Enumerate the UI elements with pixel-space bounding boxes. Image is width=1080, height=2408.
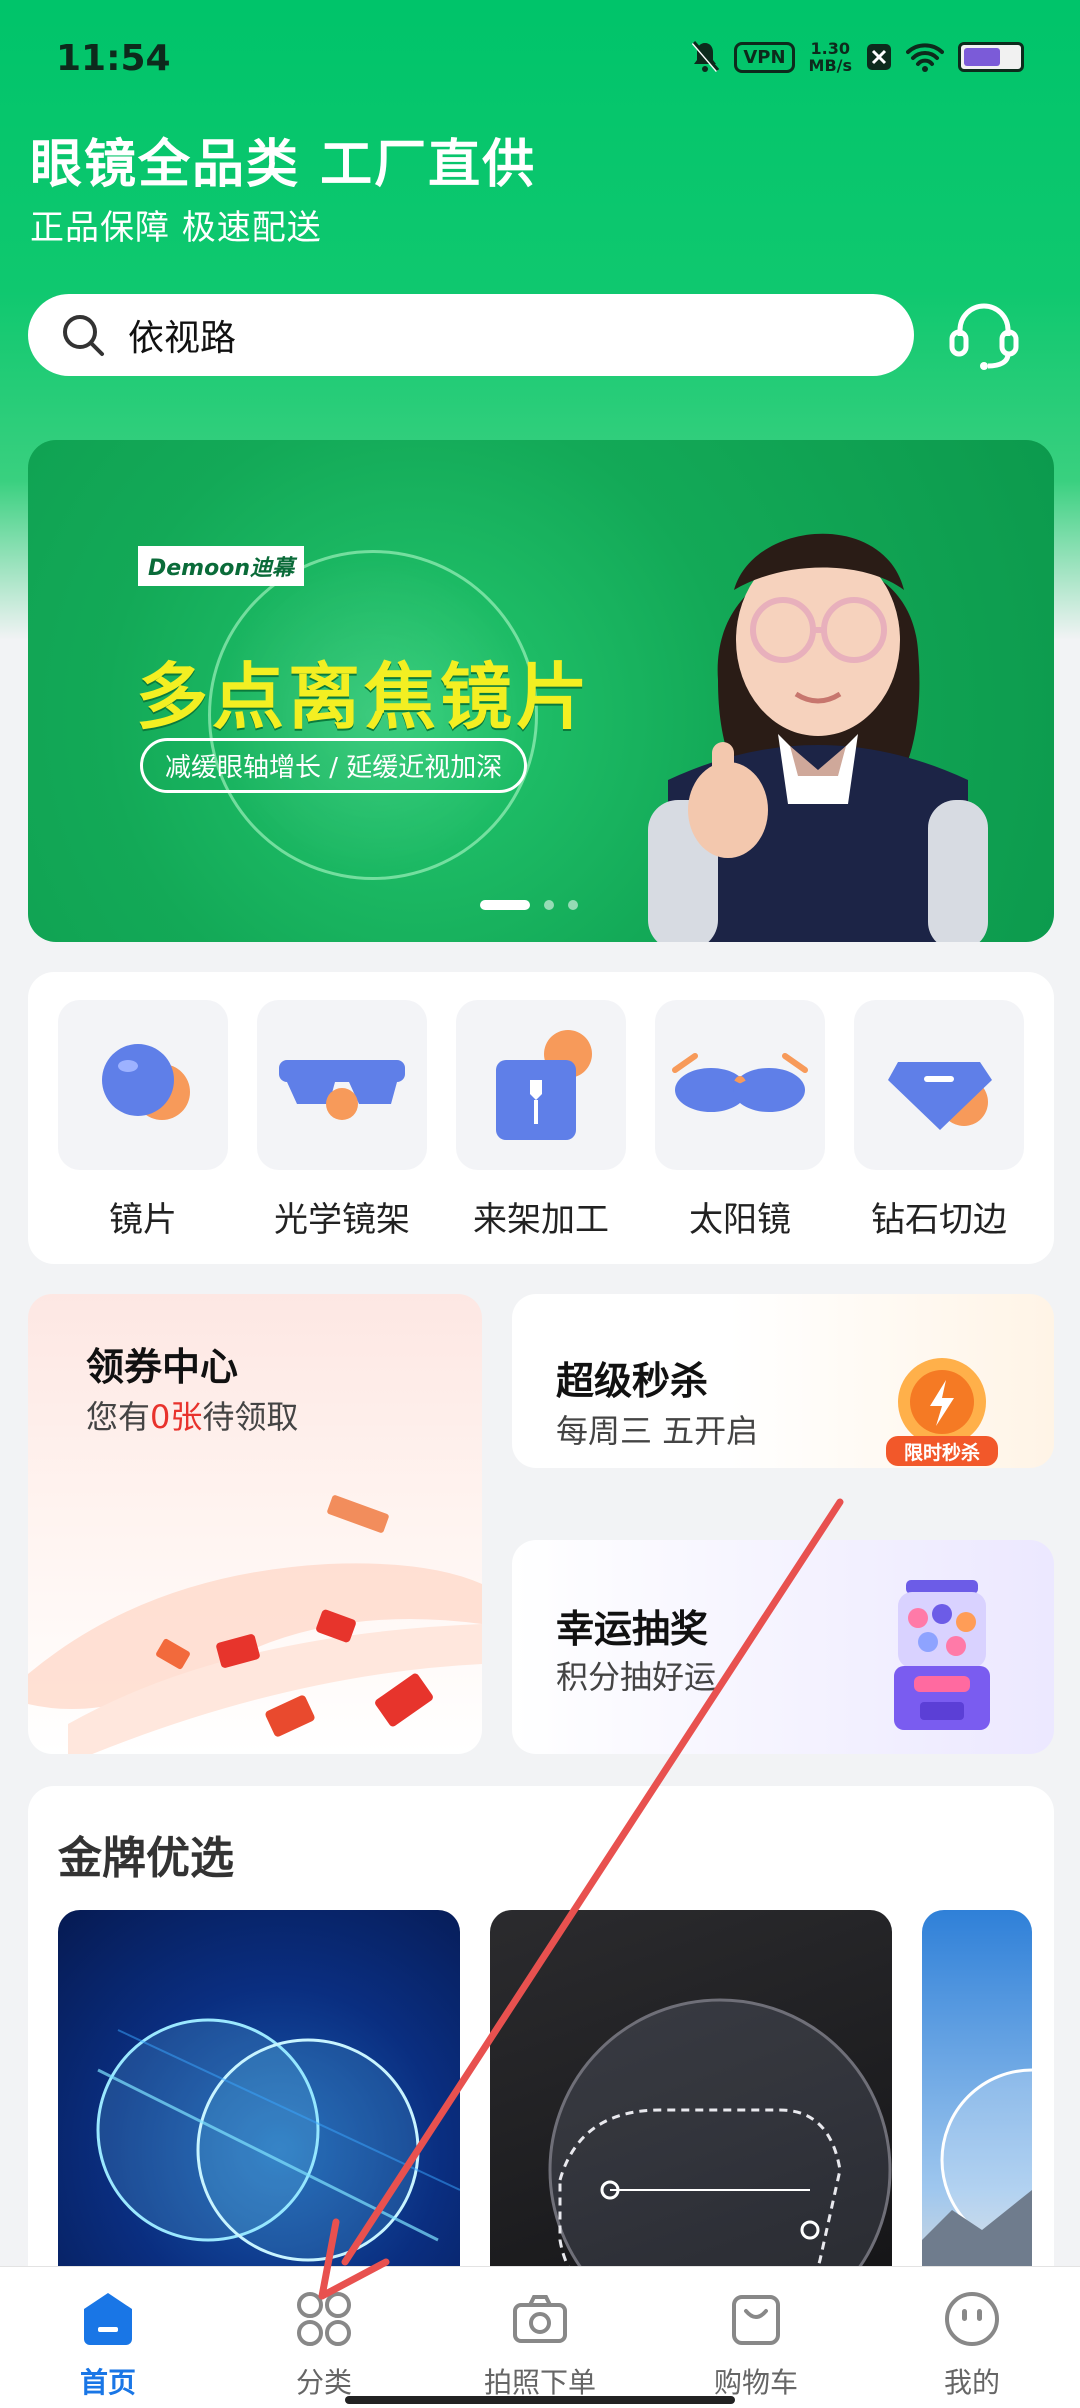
- category-optical-frame[interactable]: 光学镜架: [257, 1000, 427, 1241]
- coupon-count: 0张: [150, 1398, 203, 1436]
- lucky-draw-card[interactable]: 幸运抽奖 积分抽好运: [512, 1540, 1054, 1754]
- tab-cart[interactable]: 购物车: [648, 2267, 864, 2408]
- tab-label: 拍照下单: [483, 2366, 596, 2399]
- diamond-cut-icon: [888, 1062, 992, 1130]
- flash-sale-card[interactable]: 超级秒杀 每周三 五开启 限时秒杀: [512, 1294, 1054, 1468]
- category-label: 太阳镜: [689, 1200, 791, 1240]
- category-label: 钻石切边: [871, 1200, 1007, 1240]
- home-icon: [84, 2293, 132, 2345]
- profile-icon: [945, 2292, 999, 2346]
- customer-service-icon[interactable]: [944, 294, 1024, 374]
- pagination-dot-active: [480, 900, 530, 910]
- category-tile: [854, 1000, 1024, 1170]
- wifi-icon: [906, 43, 944, 72]
- flash-title: 超级秒杀: [556, 1359, 709, 1403]
- tab-photo-order[interactable]: 拍照下单: [432, 2267, 648, 2408]
- banner-brand: Demoon迪幕: [138, 546, 304, 586]
- gold-selection-section: 金牌优选: [28, 1786, 1054, 2306]
- pagination-dot: [544, 900, 554, 910]
- optical-frame-icon: [279, 1060, 405, 1120]
- tab-label: 首页: [79, 2366, 136, 2399]
- bottom-tab-bar: 首页 分类 拍照下单 购物车 我的: [0, 2266, 1080, 2408]
- product-card[interactable]: [922, 1910, 1032, 2306]
- coupon-title: 领券中心: [86, 1345, 239, 1389]
- category-processing[interactable]: 来架加工: [456, 1000, 626, 1241]
- tab-label: 分类: [295, 2366, 352, 2399]
- coupon-sub-suffix: 待领取: [202, 1398, 299, 1436]
- category-lens[interactable]: 镜片: [58, 1000, 228, 1241]
- category-tile: [257, 1000, 427, 1170]
- category-label: 来架加工: [473, 1200, 609, 1240]
- product-image: [96, 2018, 460, 2262]
- product-image: [548, 1998, 892, 2306]
- flash-badge-label: 限时秒杀: [903, 1442, 980, 1464]
- pagination-dot: [568, 900, 578, 910]
- product-card[interactable]: [490, 1910, 892, 2306]
- coupon-subtitle: 您有0张待领取: [86, 1392, 298, 1438]
- category-grid: 镜片 光学镜架 来架加工 太阳镜 钻石切边: [28, 972, 1054, 1264]
- page-subline: 正品保障 极速配送: [30, 208, 322, 248]
- vpn-badge: VPN: [734, 41, 795, 73]
- category-tile: [58, 1000, 228, 1170]
- category-sunglasses[interactable]: 太阳镜: [655, 1000, 825, 1241]
- tab-home[interactable]: 首页: [0, 2267, 216, 2408]
- product-card[interactable]: [58, 1910, 460, 2306]
- lens-icon: [102, 1044, 190, 1120]
- speed-unit: MB/s: [808, 56, 852, 75]
- cart-icon: [732, 2295, 780, 2345]
- category-tile: [655, 1000, 825, 1170]
- coupon-center-card[interactable]: 领券中心 您有0张待领取: [28, 1294, 482, 1754]
- lucky-title: 幸运抽奖: [556, 1607, 709, 1651]
- category-label: 光学镜架: [274, 1200, 410, 1240]
- tab-label: 购物车: [713, 2366, 798, 2399]
- lucky-subtitle: 积分抽好运: [556, 1658, 717, 1696]
- mute-bell-icon: [692, 41, 720, 72]
- promo-banner[interactable]: Demoon迪幕 多点离焦镜片 减缓眼轴增长 / 延缓近视加深: [28, 440, 1054, 942]
- tab-label: 我的: [943, 2366, 1000, 2399]
- status-time: 11:54: [56, 38, 171, 79]
- home-indicator: [345, 2396, 735, 2404]
- banner-title: 多点离焦镜片: [136, 655, 593, 739]
- category-tile: [456, 1000, 626, 1170]
- banner-subtitle: 减缓眼轴增长 / 延缓近视加深: [140, 738, 528, 793]
- flash-subtitle: 每周三 五开启: [556, 1412, 759, 1450]
- red-envelopes-illustration: [28, 1495, 482, 1754]
- gacha-machine-icon: [894, 1580, 990, 1730]
- search-input[interactable]: 依视路: [128, 309, 236, 361]
- page-headline: 眼镜全品类 工厂直供: [30, 135, 537, 195]
- section-title: 金牌优选: [58, 1833, 234, 1884]
- camera-icon: [513, 2295, 567, 2343]
- flash-badge: 限时秒杀: [882, 1350, 1002, 1468]
- tab-category[interactable]: 分类: [216, 2267, 432, 2408]
- category-icon: [297, 2292, 351, 2346]
- sunglasses-icon: [672, 1053, 808, 1112]
- search-bar[interactable]: 依视路: [28, 294, 914, 376]
- processing-icon: [496, 1030, 592, 1140]
- status-bar: 11:54 VPN 1.30 MB/s: [0, 0, 1080, 120]
- status-icons: VPN 1.30 MB/s: [690, 40, 1024, 74]
- search-icon: [63, 315, 104, 356]
- battery-icon: [958, 42, 1024, 72]
- app-notification-icon: [867, 44, 891, 70]
- model-photo: [648, 533, 988, 942]
- coupon-sub-prefix: 您有: [86, 1398, 151, 1436]
- tab-profile[interactable]: 我的: [864, 2267, 1080, 2408]
- product-image: [922, 2068, 1032, 2306]
- category-diamond-cut[interactable]: 钻石切边: [854, 1000, 1024, 1241]
- category-label: 镜片: [109, 1200, 177, 1240]
- network-speed: 1.30 MB/s: [809, 40, 852, 74]
- banner-pagination: [480, 900, 578, 910]
